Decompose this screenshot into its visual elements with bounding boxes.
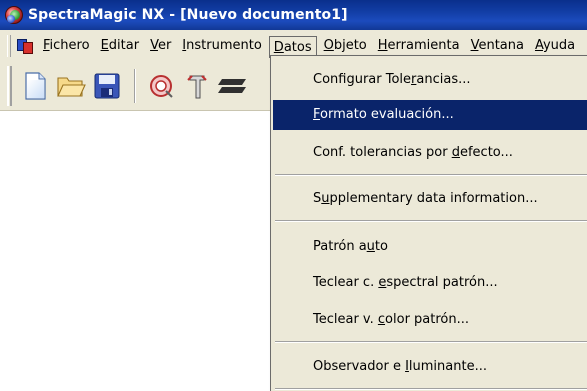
menu-editar[interactable]: Editar bbox=[97, 36, 144, 56]
menu-item-teclear-espectral[interactable]: Teclear c. espectral patrón... bbox=[273, 268, 587, 298]
menu-instrumento[interactable]: Instrumento bbox=[178, 36, 266, 56]
open-folder-icon[interactable] bbox=[54, 66, 88, 106]
window-title: SpectraMagic NX - [Nuevo documento1] bbox=[28, 7, 348, 23]
menu-ayuda[interactable]: Ayuda bbox=[531, 36, 579, 56]
menu-ventana[interactable]: Ventana bbox=[467, 36, 528, 56]
menu-item-supplementary-data[interactable]: Supplementary data information... bbox=[273, 184, 587, 214]
menu-separator bbox=[275, 220, 587, 222]
menu-ver[interactable]: Ver bbox=[146, 36, 175, 56]
toolbar-grip[interactable] bbox=[7, 65, 12, 106]
menu-item-configurar-tolerancias[interactable]: Configurar Tolerancias... bbox=[273, 65, 587, 95]
target-icon[interactable] bbox=[144, 66, 178, 106]
document-window-icon[interactable] bbox=[15, 37, 35, 55]
menu-item-conf-tolerancias-defecto[interactable]: Conf. tolerancias por defecto... bbox=[273, 138, 587, 168]
new-document-icon[interactable] bbox=[18, 66, 52, 106]
save-disk-icon[interactable] bbox=[90, 66, 124, 106]
datos-dropdown-menu: Configurar Tolerancias... Formato evalua… bbox=[270, 55, 587, 391]
menu-objeto[interactable]: Objeto bbox=[320, 36, 371, 56]
document-area[interactable] bbox=[0, 111, 271, 391]
title-bar[interactable]: SpectraMagic NX - [Nuevo documento1] bbox=[0, 0, 587, 30]
menu-item-teclear-color[interactable]: Teclear v. color patrón... bbox=[273, 305, 587, 335]
menu-item-patron-auto[interactable]: Patrón auto bbox=[273, 232, 587, 262]
menubar-grip[interactable] bbox=[7, 34, 11, 57]
menu-separator bbox=[275, 341, 587, 343]
menu-separator bbox=[275, 174, 587, 176]
stack-icon[interactable] bbox=[216, 66, 250, 106]
toolbar-separator bbox=[134, 68, 136, 103]
instrument-icon[interactable] bbox=[180, 66, 214, 106]
menu-item-formato-evaluacion[interactable]: Formato evaluación... bbox=[273, 100, 587, 130]
menu-herramienta[interactable]: Herramienta bbox=[374, 36, 464, 56]
menu-fichero[interactable]: Fichero bbox=[39, 36, 94, 56]
menu-separator bbox=[275, 388, 587, 390]
menu-item-observador-iluminante[interactable]: Observador e Iluminante... bbox=[273, 352, 587, 382]
spectramagic-logo-icon[interactable] bbox=[4, 5, 24, 25]
